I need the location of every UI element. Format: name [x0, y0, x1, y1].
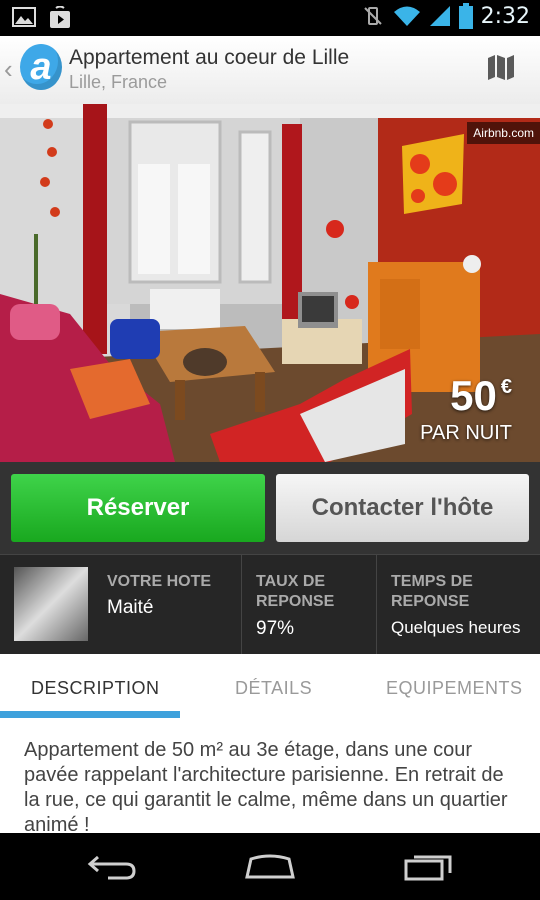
book-button[interactable]: Réserver — [11, 474, 265, 542]
map-icon[interactable] — [486, 52, 516, 82]
home-icon[interactable] — [243, 851, 297, 881]
tab-bar: DESCRIPTION DÉTAILS EQUIPEMENTS — [0, 654, 540, 719]
tab-content: Appartement de 50 m² au 3e étage, dans u… — [0, 718, 540, 833]
response-rate-label: TAUX DE REPONSE — [256, 573, 335, 610]
tab-description[interactable]: DESCRIPTION — [31, 678, 160, 699]
tab-details[interactable]: DÉTAILS — [235, 678, 312, 699]
recent-apps-icon[interactable] — [402, 851, 456, 881]
listing-photo[interactable]: Airbnb.com 50 € PAR NUIT — [0, 104, 540, 462]
description-text: Appartement de 50 m² au 3e étage, dans u… — [24, 739, 508, 833]
system-nav-bar — [0, 833, 540, 900]
price-unit: PAR NUIT — [420, 422, 512, 444]
divider — [241, 555, 242, 655]
host-info: VOTRE HOTE Maité TAUX DE REPONSE 97% TEM… — [0, 554, 540, 655]
signal-icon — [429, 6, 450, 26]
play-store-icon — [50, 6, 70, 28]
status-bar: 2:32 — [0, 0, 540, 36]
battery-icon — [458, 3, 473, 29]
action-buttons: Réserver Contacter l'hôte — [0, 462, 540, 554]
response-rate-value: 97% — [256, 618, 295, 639]
contact-host-button[interactable]: Contacter l'hôte — [276, 474, 529, 542]
photo-watermark: Airbnb.com — [467, 122, 540, 144]
back-chevron-icon[interactable]: ‹ — [4, 54, 13, 85]
page-subtitle: Lille, France — [69, 72, 168, 92]
wifi-icon — [393, 6, 420, 26]
page-title: Appartement au coeur de Lille — [69, 46, 350, 69]
airbnb-logo[interactable]: a — [20, 44, 62, 90]
response-time-value: Quelques heures — [391, 618, 521, 637]
price-currency: € — [500, 376, 512, 398]
image-notification-icon — [12, 7, 36, 27]
divider — [376, 555, 377, 655]
host-label: VOTRE HOTE — [107, 573, 212, 590]
tab-equipment[interactable]: EQUIPEMENTS — [386, 678, 523, 699]
vibrate-off-icon — [363, 7, 382, 25]
host-avatar[interactable] — [14, 567, 88, 641]
tab-indicator — [0, 711, 180, 718]
clock: 2:32 — [480, 3, 530, 29]
response-time-label: TEMPS DE REPONSE — [391, 573, 473, 610]
price-amount: 50 — [450, 372, 497, 419]
back-icon[interactable] — [86, 851, 140, 881]
host-name: Maité — [107, 597, 154, 618]
action-bar: ‹ a Appartement au coeur de Lille Lille,… — [0, 36, 540, 105]
price: 50 € — [450, 372, 512, 420]
